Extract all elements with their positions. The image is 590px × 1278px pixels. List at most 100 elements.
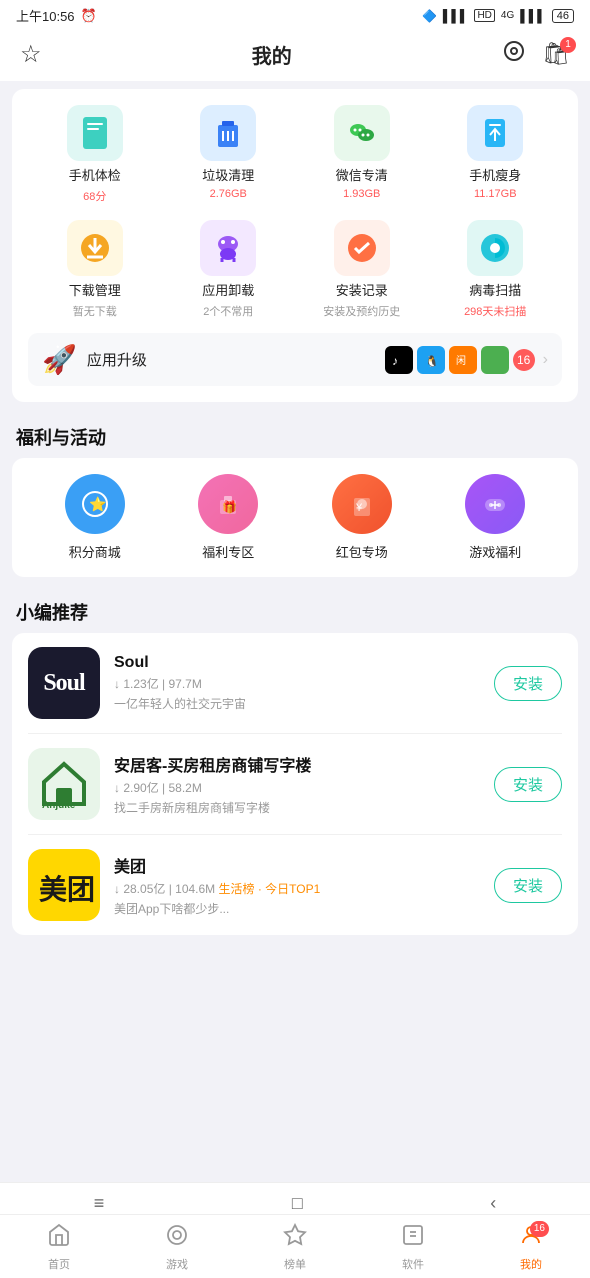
meituan-downloads: ↓ 28.05亿 | 104.6M (114, 882, 219, 896)
rank-nav-icon (283, 1223, 307, 1253)
welfare-label: 福利专区 (202, 542, 254, 561)
upgrade-banner[interactable]: 🚀 应用升级 ♪ 🐧 闲 16 › (28, 333, 562, 386)
anjuke-app-name: 安居客-买房租房商铺写字楼 (114, 752, 480, 776)
bottom-nav: 首页 游戏 榜单 软件 16 我的 (0, 1214, 590, 1278)
anjuke-install-button[interactable]: 安装 (494, 767, 562, 802)
nav-item-games[interactable]: 游戏 (165, 1223, 189, 1272)
welfare-section-title: 福利与活动 (0, 410, 590, 458)
mini-app-qq: 🐧 (417, 346, 445, 374)
nav-label: 首页 (48, 1256, 70, 1272)
status-time: 上午10:56 (16, 6, 75, 25)
upgrade-apps: ♪ 🐧 闲 16 › (385, 346, 548, 374)
top-nav-icons: 🛍 1 (502, 39, 570, 69)
top-nav: ☆ 我的 🛍 1 (0, 31, 590, 81)
battery-level: 46 (557, 10, 569, 22)
svg-text:¥: ¥ (355, 502, 363, 514)
mine-nav-icon: 16 (519, 1223, 543, 1253)
nav-item-rank[interactable]: 榜单 (283, 1223, 307, 1272)
soul-app-name: Soul (114, 654, 480, 672)
tool-sub: 11.17GB (474, 188, 517, 200)
welfare-item-redpack[interactable]: ¥ 红包专场 (295, 474, 429, 561)
tool-sub: 2.76GB (210, 188, 247, 200)
nav-item-mine[interactable]: 16 我的 (519, 1223, 543, 1272)
4g-icon: 4G (501, 10, 514, 21)
tool-wechat-clean[interactable]: 微信专清 1.93GB (295, 105, 429, 204)
svg-text:美团: 美团 (39, 874, 95, 905)
nav-item-software[interactable]: 软件 (401, 1223, 425, 1272)
page-title: 我的 (252, 40, 292, 69)
battery-icon: 46 (552, 9, 574, 23)
meituan-app-meta: ↓ 28.05亿 | 104.6M 生活榜 · 今日TOP1 (114, 880, 480, 897)
welfare-item-game[interactable]: 游戏福利 (429, 474, 563, 561)
mine-nav-badge: 16 (530, 1221, 549, 1237)
meituan-app-info: 美团 ↓ 28.05亿 | 104.6M 生活榜 · 今日TOP1 美团App下… (114, 853, 480, 917)
signal-icon: ▌▌▌ (443, 9, 469, 23)
anjuke-app-icon: Anjuke (28, 748, 100, 820)
mini-app-xianyu: 闲 (449, 346, 477, 374)
svg-text:🎁: 🎁 (222, 500, 237, 514)
upgrade-count: 16 (513, 349, 535, 371)
tool-name: 垃圾清理 (202, 165, 254, 184)
recommend-section-title: 小编推荐 (0, 585, 590, 633)
soul-app-desc: 一亿年轻人的社交元宇宙 (114, 695, 480, 712)
menu-button[interactable]: ≡ (94, 1193, 105, 1214)
star-button[interactable]: ☆ (20, 40, 42, 69)
tool-sub: 1.93GB (343, 188, 380, 200)
meituan-app-desc: 美团App下啥都少步... (114, 900, 480, 917)
anjuke-app-meta: ↓ 2.90亿 | 58.2M (114, 779, 480, 796)
alarm-icon: ⏰ (81, 8, 97, 24)
tool-download-mgr[interactable]: 下载管理 暂无下载 (28, 220, 162, 319)
upgrade-label: 应用升级 (87, 349, 375, 370)
status-left: 上午10:56 ⏰ (16, 6, 97, 25)
nav-item-home[interactable]: 首页 (47, 1223, 71, 1272)
rocket-icon: 🚀 (42, 343, 77, 376)
meituan-install-button[interactable]: 安装 (494, 868, 562, 903)
tool-phone-slim[interactable]: 手机瘦身 11.17GB (429, 105, 563, 204)
svg-text:Anjuke: Anjuke (42, 800, 76, 811)
welfare-label: 游戏福利 (469, 542, 521, 561)
app-row-meituan: 美团 美团 ↓ 28.05亿 | 104.6M 生活榜 · 今日TOP1 美团A… (28, 835, 562, 935)
meituan-app-icon: 美团 (28, 849, 100, 921)
welfare-icon-points: ⭐ (65, 474, 125, 534)
tool-name: 手机瘦身 (469, 165, 521, 184)
tool-sub: 68分 (83, 188, 106, 204)
app-row-anjuke: Anjuke 安居客-买房租房商铺写字楼 ↓ 2.90亿 | 58.2M 找二手… (28, 734, 562, 835)
anjuke-app-desc: 找二手房新房租房商铺写字楼 (114, 799, 480, 816)
tool-install-history[interactable]: 安装记录 安装及预约历史 (295, 220, 429, 319)
tool-app-uninstall[interactable]: 应用卸载 2个不常用 (162, 220, 296, 319)
welfare-item-zone[interactable]: 🎁 福利专区 (162, 474, 296, 561)
tool-name: 微信专清 (336, 165, 388, 184)
welfare-label: 红包专场 (336, 542, 388, 561)
soul-install-button[interactable]: 安装 (494, 666, 562, 701)
tool-junk-clean[interactable]: 垃圾清理 2.76GB (162, 105, 296, 204)
cart-badge: 1 (560, 37, 576, 53)
tool-sub: 2个不常用 (203, 303, 253, 319)
meituan-ranking: 生活榜 · 今日TOP1 (219, 882, 321, 896)
meituan-app-name: 美团 (114, 853, 480, 877)
tool-sub: 安装及预约历史 (323, 303, 400, 319)
soul-app-info: Soul ↓ 1.23亿 | 97.7M 一亿年轻人的社交元宇宙 (114, 654, 480, 712)
svg-text:♪: ♪ (392, 354, 398, 368)
welfare-icon-redpack: ¥ (332, 474, 392, 534)
software-nav-icon (401, 1223, 425, 1253)
tools-card: 手机体检 68分 垃圾清理 2.76GB 微信专清 1.93GB (12, 89, 578, 402)
upgrade-arrow-icon: › (543, 351, 548, 369)
hd-icon: HD (474, 9, 494, 22)
welfare-item-points[interactable]: ⭐ 积分商城 (28, 474, 162, 561)
nav-label: 软件 (402, 1256, 424, 1272)
status-right: 🔷 ▌▌▌ HD 4G ▌▌▌ 46 (422, 9, 574, 23)
status-bar: 上午10:56 ⏰ 🔷 ▌▌▌ HD 4G ▌▌▌ 46 (0, 0, 590, 31)
back-button[interactable]: ‹ (490, 1193, 496, 1214)
tool-sub: 298天未扫描 (464, 303, 526, 319)
tool-name: 病毒扫描 (469, 280, 521, 299)
svg-text:🐧: 🐧 (425, 355, 439, 368)
tool-name: 手机体检 (69, 165, 121, 184)
tool-virus-scan[interactable]: 病毒扫描 298天未扫描 (429, 220, 563, 319)
tool-phone-checkup[interactable]: 手机体检 68分 (28, 105, 162, 204)
cart-button[interactable]: 🛍 1 (542, 41, 570, 67)
settings-button[interactable] (502, 39, 526, 69)
soul-app-icon: Soul (28, 647, 100, 719)
home-button[interactable]: □ (292, 1193, 303, 1214)
svg-text:⭐: ⭐ (89, 496, 106, 512)
recommend-section: Soul Soul ↓ 1.23亿 | 97.7M 一亿年轻人的社交元宇宙 安装… (12, 633, 578, 935)
